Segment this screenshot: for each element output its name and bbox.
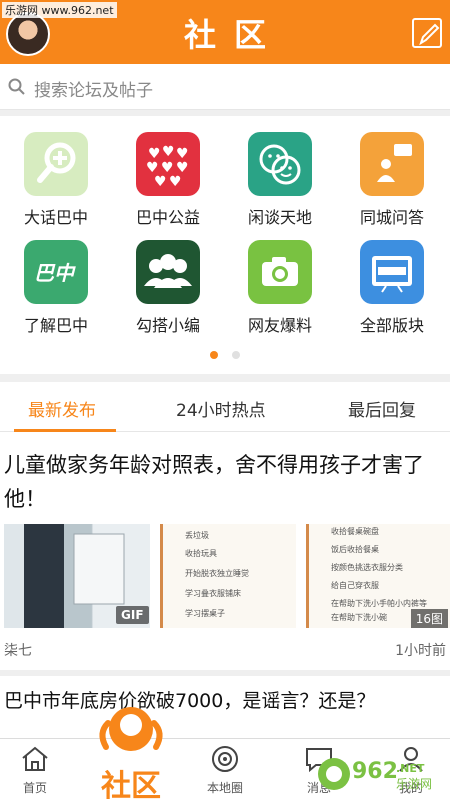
watermark: 乐游网 www.962.net: [2, 2, 117, 18]
breaking-news-icon: [360, 240, 424, 304]
group-people-icon: [136, 240, 200, 304]
compose-icon: [419, 23, 440, 46]
post-image[interactable]: GIF: [4, 524, 150, 628]
nav-home[interactable]: 首页: [0, 745, 70, 796]
nav-local-map[interactable]: 本地圈: [190, 745, 260, 796]
grid-item-label: 大话巴中: [23, 208, 88, 227]
chat-faces-icon: [248, 132, 312, 196]
post-image-row[interactable]: GIF 丢垃圾 收拾玩具 开始脱衣独立睡觉 学习叠衣服铺床 学习摆桌子 收拾餐桌…: [4, 524, 450, 628]
post-time: 1小时前: [395, 643, 446, 659]
search-input[interactable]: 搜索论坛及帖子: [34, 76, 153, 101]
compose-button[interactable]: [412, 18, 442, 48]
tab-latest[interactable]: 最新发布: [28, 396, 96, 421]
svg-text:巴中: 巴中: [34, 261, 76, 285]
search-bar[interactable]: 搜索论坛及帖子: [0, 64, 450, 110]
magnifier-plus-icon: [24, 132, 88, 196]
post-tabs: 最新发布 24小时热点 最后回复: [0, 382, 450, 432]
svg-text:962: 962: [352, 759, 398, 784]
community-mascot-icon: [99, 707, 163, 751]
page-dot[interactable]: [231, 351, 240, 359]
forum-grid: 大话巴中 ♥ ♥ ♥ ♥ ♥ ♥ ♥ ♥ 巴中公益 闲谈天地 同城问答 巴中 了…: [0, 116, 450, 374]
camera-icon: [248, 240, 312, 304]
post-title[interactable]: 儿童做家务年龄对照表，舍不得用孩子才害了他！: [4, 448, 448, 516]
grid-item-wangyou-baoliao[interactable]: 网友爆料: [224, 240, 336, 336]
svg-text:乐游网: 乐游网: [396, 777, 432, 791]
grid-item-label: 全部版块: [359, 316, 424, 335]
svg-text:♥: ♥: [154, 174, 167, 190]
grid-item-tongcheng-wenda[interactable]: 同城问答: [336, 132, 448, 228]
divider: [0, 374, 450, 382]
post-image[interactable]: 丢垃圾 收拾玩具 开始脱衣独立睡觉 学习叠衣服铺床 学习摆桌子: [160, 524, 296, 628]
grid-item-dahua-bazhong[interactable]: 大话巴中: [0, 132, 112, 228]
grid-item-liaojie-bazhong[interactable]: 巴中 了解巴中: [0, 240, 112, 336]
tab-24h-hot[interactable]: 24小时热点: [176, 396, 266, 421]
page-indicator: [0, 344, 450, 363]
grid-item-label: 同城问答: [359, 208, 424, 227]
search-icon: [8, 78, 25, 95]
bottom-nav: 首页 社区 本地圈 消息 我的 962 .NET 乐游网: [0, 707, 450, 804]
home-icon: [22, 746, 48, 771]
grid-item-label: 勾搭小编: [135, 316, 200, 335]
grid-item-goudai-xiaobian[interactable]: 勾搭小编: [112, 240, 224, 336]
grid-item-label: 闲谈天地: [247, 208, 312, 227]
site-watermark-logo: 962 .NET 乐游网: [318, 758, 432, 791]
qa-person-icon: [360, 132, 424, 196]
post-title-2[interactable]: 巴中市年底房价欲破7000，是谣言？还是？: [4, 686, 375, 713]
image-count-badge: 16图: [410, 609, 448, 628]
svg-text:♥: ♥: [162, 144, 175, 160]
nav-community-label: 社区: [101, 769, 161, 804]
svg-text:.NET: .NET: [396, 762, 425, 775]
grid-item-label: 网友爆料: [247, 316, 312, 335]
page-dot-active[interactable]: [210, 351, 219, 359]
divider: [0, 670, 450, 676]
grid-item-bazhong-gongyi[interactable]: ♥ ♥ ♥ ♥ ♥ ♥ ♥ ♥ 巴中公益: [112, 132, 224, 228]
target-icon: [212, 746, 238, 772]
tab-last-reply[interactable]: 最后回复: [348, 396, 416, 421]
post-author[interactable]: 柒七: [4, 640, 32, 660]
grid-item-quanbu-bankuai[interactable]: 全部版块: [336, 240, 448, 336]
hearts-icon: ♥ ♥ ♥ ♥ ♥ ♥ ♥ ♥: [136, 132, 200, 196]
grid-item-xiantan-tiandi[interactable]: 闲谈天地: [224, 132, 336, 228]
bazhong-logo-icon: 巴中: [24, 240, 88, 304]
active-tab-indicator: [14, 429, 116, 432]
svg-text:♥: ♥: [169, 174, 182, 190]
grid-item-label: 巴中公益: [135, 208, 200, 227]
grid-item-label: 了解巴中: [23, 316, 88, 335]
nav-community[interactable]: 社区: [86, 703, 176, 804]
post-image[interactable]: 收拾餐桌碗盘 饭后收拾餐桌 按颜色挑选衣服分类 给自己穿衣服 在帮助下洗小手帕小…: [306, 524, 450, 628]
gif-badge: GIF: [116, 606, 149, 624]
